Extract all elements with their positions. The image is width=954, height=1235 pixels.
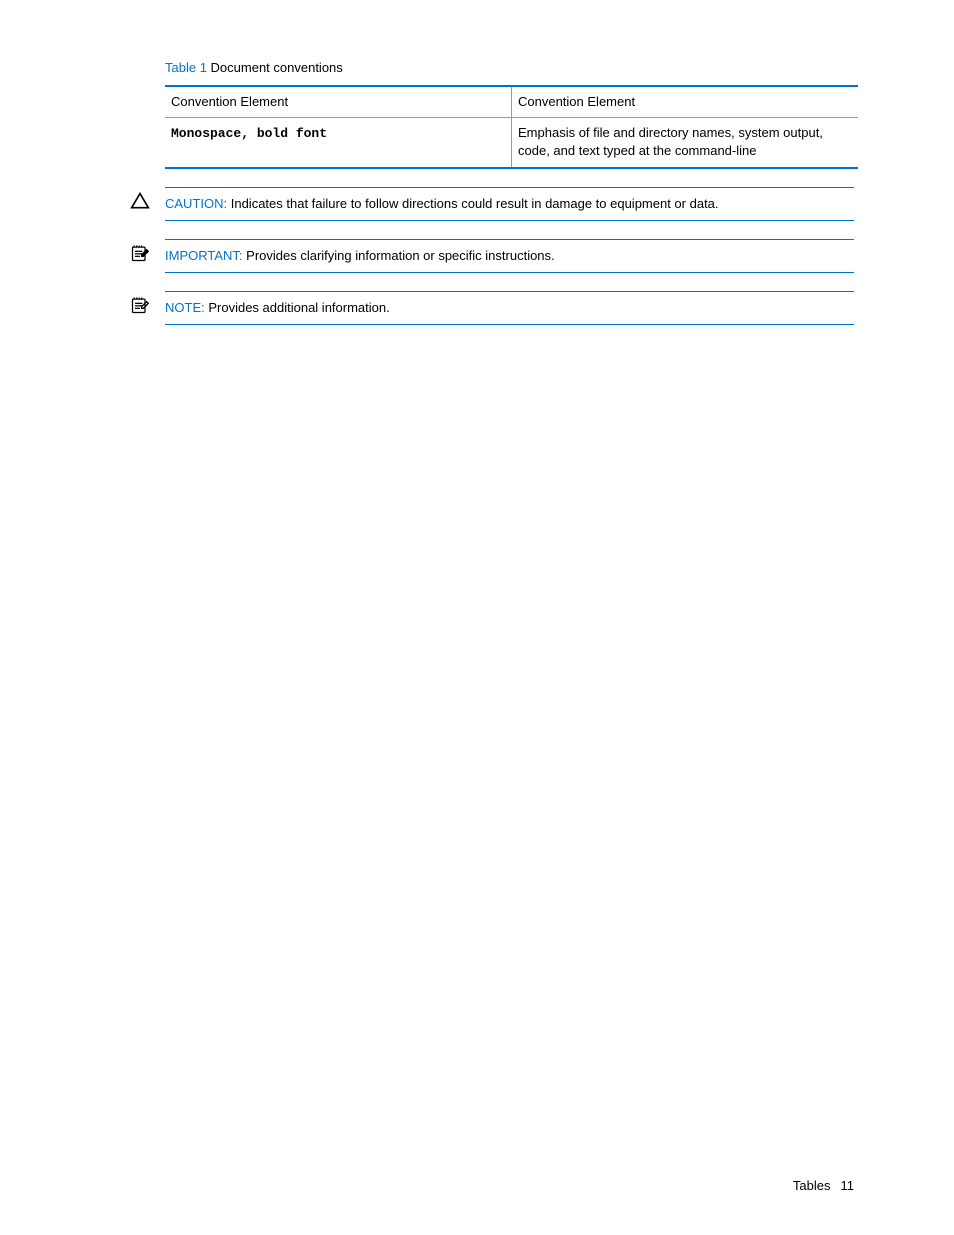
- document-conventions-table: Convention Element Convention Element Mo…: [165, 85, 858, 169]
- important-icon: [130, 239, 165, 263]
- note-icon: [130, 291, 165, 315]
- footer-section: Tables: [793, 1178, 831, 1193]
- page-footer: Tables 11: [793, 1178, 854, 1193]
- note-label: NOTE:: [165, 300, 205, 315]
- caution-label: CAUTION:: [165, 196, 227, 211]
- table-cell: Emphasis of file and directory names, sy…: [512, 118, 859, 168]
- monospace-bold-sample: Monospace, bold font: [171, 126, 327, 141]
- table-header-cell: Convention Element: [512, 86, 859, 118]
- footer-page-number: 11: [841, 1178, 855, 1193]
- important-notice: IMPORTANT: Provides clarifying informati…: [130, 239, 854, 273]
- note-content: NOTE: Provides additional information.: [165, 291, 854, 325]
- important-content: IMPORTANT: Provides clarifying informati…: [165, 239, 854, 273]
- caution-text: Indicates that failure to follow directi…: [227, 196, 718, 211]
- table-row: Monospace, bold font Emphasis of file an…: [165, 118, 858, 168]
- table-header-cell: Convention Element: [165, 86, 512, 118]
- note-notice: NOTE: Provides additional information.: [130, 291, 854, 325]
- table-caption: Table 1 Document conventions: [165, 60, 854, 75]
- note-text: Provides additional information.: [205, 300, 390, 315]
- caution-content: CAUTION: Indicates that failure to follo…: [165, 187, 854, 221]
- important-text: Provides clarifying information or speci…: [243, 248, 555, 263]
- table-cell: Monospace, bold font: [165, 118, 512, 168]
- table-number-link[interactable]: Table 1: [165, 60, 207, 75]
- caution-notice: CAUTION: Indicates that failure to follo…: [130, 187, 854, 221]
- table-header-row: Convention Element Convention Element: [165, 86, 858, 118]
- important-label: IMPORTANT:: [165, 248, 243, 263]
- caution-icon: [130, 187, 165, 211]
- table-caption-text: Document conventions: [207, 60, 343, 75]
